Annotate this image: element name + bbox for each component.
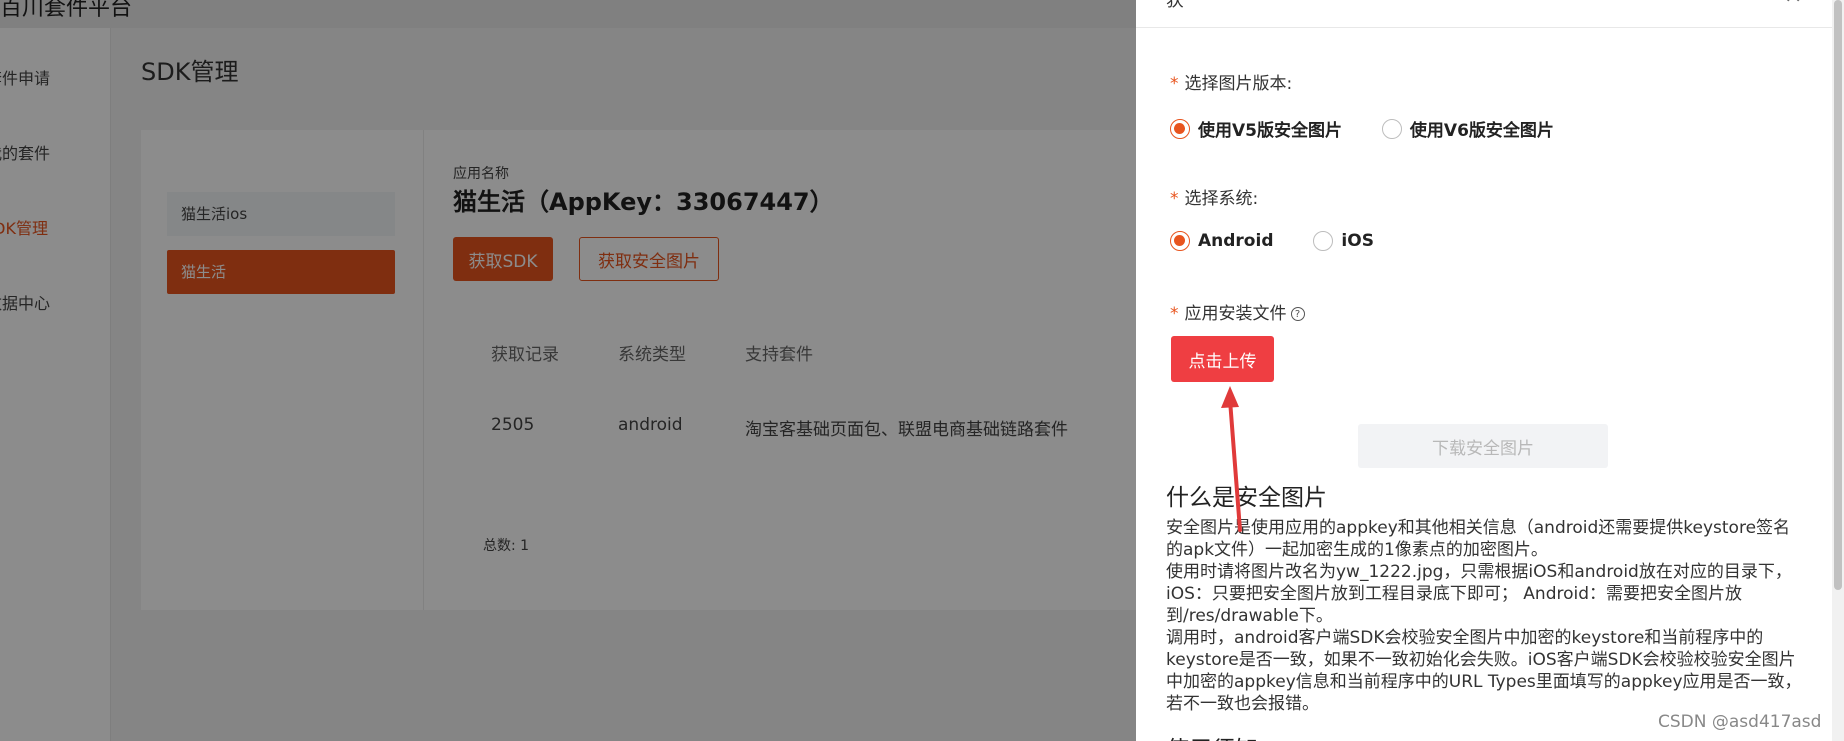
desc-paragraph-2: 使用时请将图片改名为yw_1222.jpg，只需根据iOS和android放在对… [1166, 562, 1792, 626]
drawer-header: 获 ✕ [1136, 0, 1832, 28]
radio-v5[interactable]: 使用V5版安全图片 [1170, 116, 1342, 141]
annotation-arrow-icon [1221, 386, 1242, 532]
system-label-text: 选择系统: [1184, 189, 1259, 209]
radio-v5-label: 使用V5版安全图片 [1198, 121, 1342, 141]
usage-notes-title: 使用须知 [1166, 730, 1258, 741]
drawer-title: 获 [1166, 0, 1184, 11]
radio-unchecked-icon [1313, 231, 1334, 251]
question-icon[interactable]: ? [1290, 307, 1305, 321]
desc-paragraph-3: 调用时，android客户端SDK会校验安全图片中加密的keystore和当前程… [1166, 628, 1802, 714]
required-mark: * [1170, 304, 1179, 324]
system-radio-group: Android iOS [1170, 231, 1408, 256]
radio-v6[interactable]: 使用V6版安全图片 [1381, 116, 1554, 141]
close-icon[interactable]: ✕ [1784, 0, 1802, 9]
version-label-text: 选择图片版本: [1184, 74, 1293, 94]
radio-checked-icon [1170, 231, 1190, 251]
version-radio-group: 使用V5版安全图片 使用V6版安全图片 [1170, 116, 1588, 144]
desc-paragraph-1: 安全图片是使用应用的appkey和其他相关信息（android还需要提供keys… [1166, 518, 1791, 560]
radio-android[interactable]: Android [1170, 231, 1274, 251]
description: 安全图片是使用应用的appkey和其他相关信息（android还需要提供keys… [1166, 517, 1802, 715]
upload-button[interactable]: 点击上传 [1171, 336, 1274, 382]
download-safe-image-button[interactable]: 下载安全图片 [1358, 424, 1608, 468]
system-label: * 选择系统: [1170, 184, 1258, 209]
radio-android-label: Android [1198, 231, 1274, 251]
scrollbar-thumb[interactable] [1834, 0, 1842, 590]
radio-checked-icon [1170, 118, 1190, 139]
version-label: * 选择图片版本: [1170, 69, 1292, 94]
watermark: CSDN @asd417asd [1658, 712, 1822, 732]
radio-ios-label: iOS [1341, 231, 1374, 251]
file-label: * 应用安装文件? [1170, 299, 1305, 324]
required-mark: * [1170, 189, 1179, 209]
scrollbar[interactable] [1832, 0, 1844, 741]
required-mark: * [1170, 74, 1179, 94]
radio-ios[interactable]: iOS [1313, 231, 1374, 251]
modal-overlay[interactable] [0, 0, 1136, 741]
file-label-text: 应用安装文件 [1184, 304, 1287, 324]
radio-v6-label: 使用V6版安全图片 [1409, 121, 1554, 141]
radio-unchecked-icon [1381, 118, 1402, 139]
safe-image-drawer: 获 ✕ *选择图片版本: 使用V5版安全图片 使用V6版安全图片 *选择系统: … [1136, 0, 1832, 741]
